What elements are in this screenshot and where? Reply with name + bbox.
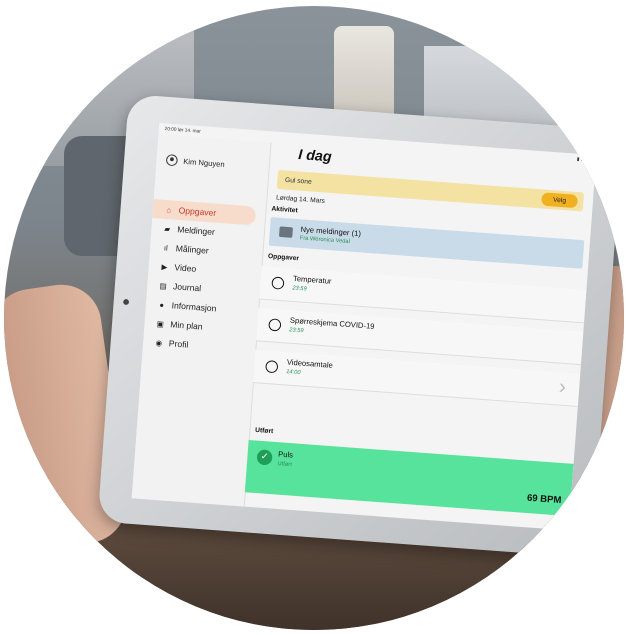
task-name: Temperatur [292,274,332,286]
tasks-header: Oppgaver [267,253,300,263]
chevron-right-icon[interactable]: › [558,374,567,399]
sidebar-item-label: Min plan [169,319,203,332]
background-photo: 20:00 lør 14. mar ▮ 92% Kim Nguyen ⌂ Opp… [4,6,624,630]
activity-header: Aktivitet [271,205,298,215]
done-name: Puls [277,449,294,460]
tablet-screen: 20:00 lør 14. mar ▮ 92% Kim Nguyen ⌂ Opp… [131,122,597,531]
done-card[interactable]: ✓ Puls Utført 69 BPM [244,439,574,517]
select-zone-button[interactable]: Velg [541,192,579,209]
sidebar-item-label: Meldinger [176,224,216,237]
pulse-value: 69 BPM [526,493,562,506]
activity-subtitle: Fra Weronica Vedal [299,235,351,245]
sidebar-item-label: Informasjon [171,300,217,314]
message-icon [278,226,294,238]
task-checkbox[interactable] [271,276,285,290]
plan-icon: ▣ [156,319,165,329]
task-time: 14:00 [285,369,301,376]
done-subtitle: Utført [277,461,292,468]
profile-icon: ◉ [155,338,163,348]
task-time: 23:59 [289,327,304,335]
home-icon: ⌂ [166,205,172,215]
sidebar-item-label: Oppgaver [178,205,217,218]
sidebar-item-label: Journal [172,281,202,294]
chart-icon: ıl [163,243,169,253]
user-profile[interactable]: Kim Nguyen [165,154,225,170]
info-icon: ● [159,300,165,310]
page-title: I dag [297,146,333,166]
task-name: Videosamtale [286,357,334,370]
sidebar-item-label: Målinger [175,243,210,256]
done-header: Utført [254,427,274,436]
battery-indicator: ▮ 92% [576,156,591,164]
zone-label: Gul sone [284,176,312,186]
sidebar-item-label: Profil [168,338,189,350]
task-checkbox[interactable] [268,318,282,332]
chat-icon: ▰ [164,224,171,234]
zone-banner: Gul sone Velg [276,169,585,212]
status-time: 20:00 lør 14. mar [164,126,202,135]
checkmark-icon: ✓ [256,449,273,466]
date-label: Lørdag 14. Mars [275,194,326,205]
tablet: 20:00 lør 14. mar ▮ 92% Kim Nguyen ⌂ Opp… [97,94,623,558]
sidebar-nav: ⌂ Oppgaver ▰ Meldinger ıl Målinger ▶ Vid… [143,198,266,359]
task-time: 23:59 [292,285,307,293]
video-icon: ▶ [161,262,168,272]
sidebar-item-label: Video [174,262,197,274]
journal-icon: ▤ [159,281,168,291]
task-checkbox[interactable] [265,360,279,374]
user-name: Kim Nguyen [182,156,225,169]
main-content: I dag Gul sone Velg Lørdag 14. Mars Akti… [244,143,596,531]
avatar-icon [165,154,178,167]
activity-card[interactable]: Nye meldinger (1) Fra Weronica Vedal [268,217,585,269]
